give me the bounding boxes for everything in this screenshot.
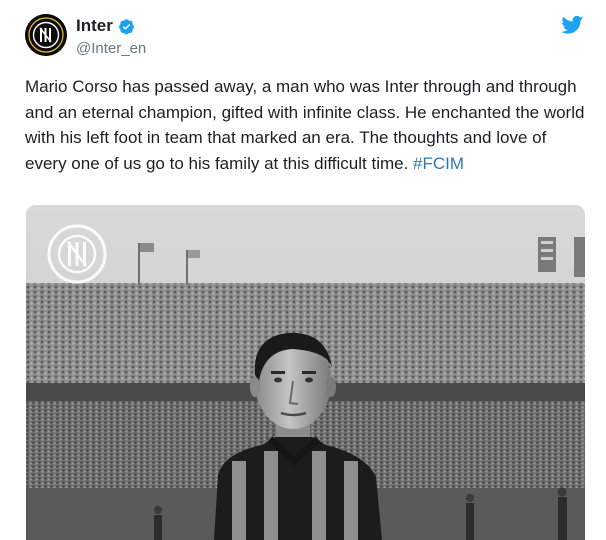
tweet-card: Inter @Inter_en Mario Corso has passed a… — [0, 0, 606, 540]
tweet-body: Mario Corso has passed away, a man who w… — [25, 77, 585, 173]
tweet-text: Mario Corso has passed away, a man who w… — [25, 74, 585, 176]
inter-crest-icon — [25, 14, 67, 56]
player-photo — [26, 205, 585, 540]
author-display-name[interactable]: Inter — [76, 16, 113, 36]
author-avatar[interactable] — [25, 14, 67, 56]
author-handle[interactable]: @Inter_en — [76, 40, 146, 57]
verified-badge-icon — [118, 18, 134, 34]
twitter-bird-icon[interactable] — [562, 15, 584, 35]
tweet-photo[interactable] — [26, 205, 585, 540]
author-info: Inter @Inter_en — [76, 15, 146, 57]
hashtag-link[interactable]: #FCIM — [413, 154, 464, 173]
